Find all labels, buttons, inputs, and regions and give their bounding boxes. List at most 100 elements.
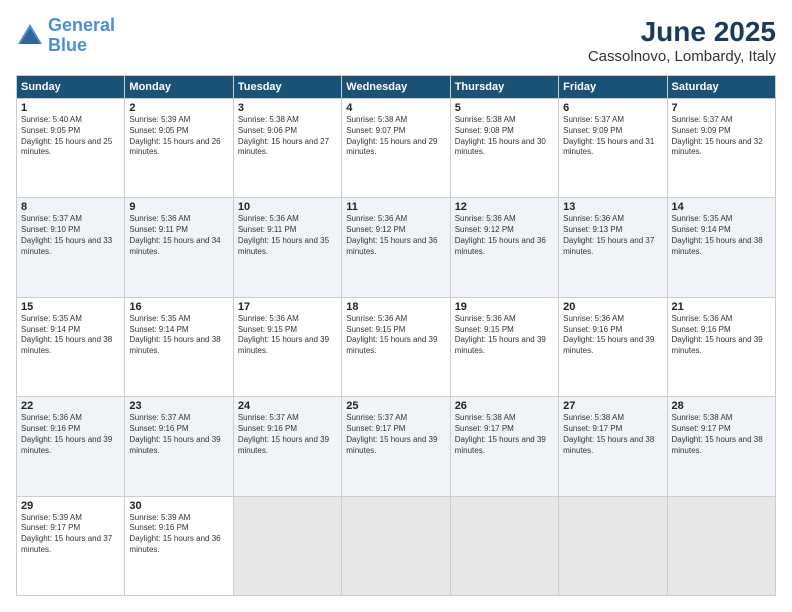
cell-info: Sunrise: 5:36 AMSunset: 9:16 PMDaylight:… — [563, 314, 662, 357]
table-cell: 25 Sunrise: 5:37 AMSunset: 9:17 PMDaylig… — [342, 397, 450, 496]
table-cell: 27 Sunrise: 5:38 AMSunset: 9:17 PMDaylig… — [559, 397, 667, 496]
calendar-row: 15 Sunrise: 5:35 AMSunset: 9:14 PMDaylig… — [17, 297, 776, 396]
day-number: 4 — [346, 102, 445, 114]
logo-text: General Blue — [48, 16, 115, 56]
cell-info: Sunrise: 5:39 AMSunset: 9:17 PMDaylight:… — [21, 513, 120, 556]
table-cell: 7 Sunrise: 5:37 AMSunset: 9:09 PMDayligh… — [667, 99, 775, 198]
table-cell — [342, 496, 450, 595]
table-cell: 28 Sunrise: 5:38 AMSunset: 9:17 PMDaylig… — [667, 397, 775, 496]
cell-info: Sunrise: 5:39 AMSunset: 9:05 PMDaylight:… — [129, 115, 228, 158]
table-cell: 4 Sunrise: 5:38 AMSunset: 9:07 PMDayligh… — [342, 99, 450, 198]
calendar-row: 8 Sunrise: 5:37 AMSunset: 9:10 PMDayligh… — [17, 198, 776, 297]
day-number: 12 — [455, 201, 554, 213]
cell-info: Sunrise: 5:36 AMSunset: 9:12 PMDaylight:… — [346, 214, 445, 257]
title-block: June 2025 Cassolnovo, Lombardy, Italy — [588, 16, 776, 65]
table-cell — [233, 496, 341, 595]
day-number: 30 — [129, 500, 228, 512]
cell-info: Sunrise: 5:37 AMSunset: 9:16 PMDaylight:… — [238, 413, 337, 456]
day-number: 2 — [129, 102, 228, 114]
cell-info: Sunrise: 5:36 AMSunset: 9:16 PMDaylight:… — [672, 314, 771, 357]
cell-info: Sunrise: 5:35 AMSunset: 9:14 PMDaylight:… — [672, 214, 771, 257]
calendar-row: 22 Sunrise: 5:36 AMSunset: 9:16 PMDaylig… — [17, 397, 776, 496]
cell-info: Sunrise: 5:37 AMSunset: 9:17 PMDaylight:… — [346, 413, 445, 456]
calendar-header-row: Sunday Monday Tuesday Wednesday Thursday… — [17, 76, 776, 99]
month-title: June 2025 — [588, 16, 776, 48]
day-number: 20 — [563, 301, 662, 313]
header: General Blue June 2025 Cassolnovo, Lomba… — [16, 16, 776, 65]
table-cell: 1 Sunrise: 5:40 AMSunset: 9:05 PMDayligh… — [17, 99, 125, 198]
col-monday: Monday — [125, 76, 233, 99]
calendar-table: Sunday Monday Tuesday Wednesday Thursday… — [16, 75, 776, 596]
day-number: 26 — [455, 400, 554, 412]
day-number: 19 — [455, 301, 554, 313]
table-cell: 2 Sunrise: 5:39 AMSunset: 9:05 PMDayligh… — [125, 99, 233, 198]
logo-icon — [16, 22, 44, 50]
table-cell: 23 Sunrise: 5:37 AMSunset: 9:16 PMDaylig… — [125, 397, 233, 496]
table-cell — [667, 496, 775, 595]
table-cell: 6 Sunrise: 5:37 AMSunset: 9:09 PMDayligh… — [559, 99, 667, 198]
table-cell: 30 Sunrise: 5:39 AMSunset: 9:16 PMDaylig… — [125, 496, 233, 595]
cell-info: Sunrise: 5:36 AMSunset: 9:13 PMDaylight:… — [563, 214, 662, 257]
table-cell: 9 Sunrise: 5:36 AMSunset: 9:11 PMDayligh… — [125, 198, 233, 297]
day-number: 5 — [455, 102, 554, 114]
cell-info: Sunrise: 5:35 AMSunset: 9:14 PMDaylight:… — [21, 314, 120, 357]
table-cell: 15 Sunrise: 5:35 AMSunset: 9:14 PMDaylig… — [17, 297, 125, 396]
cell-info: Sunrise: 5:37 AMSunset: 9:09 PMDaylight:… — [563, 115, 662, 158]
logo: General Blue — [16, 16, 115, 56]
table-cell: 26 Sunrise: 5:38 AMSunset: 9:17 PMDaylig… — [450, 397, 558, 496]
cell-info: Sunrise: 5:36 AMSunset: 9:16 PMDaylight:… — [21, 413, 120, 456]
day-number: 6 — [563, 102, 662, 114]
table-cell: 3 Sunrise: 5:38 AMSunset: 9:06 PMDayligh… — [233, 99, 341, 198]
day-number: 16 — [129, 301, 228, 313]
day-number: 14 — [672, 201, 771, 213]
table-cell: 13 Sunrise: 5:36 AMSunset: 9:13 PMDaylig… — [559, 198, 667, 297]
day-number: 24 — [238, 400, 337, 412]
page: General Blue June 2025 Cassolnovo, Lomba… — [0, 0, 792, 612]
day-number: 8 — [21, 201, 120, 213]
table-cell: 21 Sunrise: 5:36 AMSunset: 9:16 PMDaylig… — [667, 297, 775, 396]
cell-info: Sunrise: 5:38 AMSunset: 9:17 PMDaylight:… — [563, 413, 662, 456]
col-wednesday: Wednesday — [342, 76, 450, 99]
day-number: 25 — [346, 400, 445, 412]
cell-info: Sunrise: 5:35 AMSunset: 9:14 PMDaylight:… — [129, 314, 228, 357]
day-number: 10 — [238, 201, 337, 213]
cell-info: Sunrise: 5:37 AMSunset: 9:09 PMDaylight:… — [672, 115, 771, 158]
day-number: 29 — [21, 500, 120, 512]
table-cell — [450, 496, 558, 595]
location-title: Cassolnovo, Lombardy, Italy — [588, 48, 776, 65]
cell-info: Sunrise: 5:36 AMSunset: 9:15 PMDaylight:… — [346, 314, 445, 357]
day-number: 23 — [129, 400, 228, 412]
table-cell: 19 Sunrise: 5:36 AMSunset: 9:15 PMDaylig… — [450, 297, 558, 396]
cell-info: Sunrise: 5:36 AMSunset: 9:12 PMDaylight:… — [455, 214, 554, 257]
table-cell: 5 Sunrise: 5:38 AMSunset: 9:08 PMDayligh… — [450, 99, 558, 198]
cell-info: Sunrise: 5:36 AMSunset: 9:11 PMDaylight:… — [238, 214, 337, 257]
cell-info: Sunrise: 5:38 AMSunset: 9:08 PMDaylight:… — [455, 115, 554, 158]
col-sunday: Sunday — [17, 76, 125, 99]
cell-info: Sunrise: 5:38 AMSunset: 9:06 PMDaylight:… — [238, 115, 337, 158]
table-cell: 24 Sunrise: 5:37 AMSunset: 9:16 PMDaylig… — [233, 397, 341, 496]
col-tuesday: Tuesday — [233, 76, 341, 99]
day-number: 15 — [21, 301, 120, 313]
cell-info: Sunrise: 5:36 AMSunset: 9:15 PMDaylight:… — [238, 314, 337, 357]
table-cell: 10 Sunrise: 5:36 AMSunset: 9:11 PMDaylig… — [233, 198, 341, 297]
cell-info: Sunrise: 5:37 AMSunset: 9:16 PMDaylight:… — [129, 413, 228, 456]
day-number: 1 — [21, 102, 120, 114]
calendar-row: 29 Sunrise: 5:39 AMSunset: 9:17 PMDaylig… — [17, 496, 776, 595]
col-thursday: Thursday — [450, 76, 558, 99]
col-friday: Friday — [559, 76, 667, 99]
day-number: 28 — [672, 400, 771, 412]
table-cell: 14 Sunrise: 5:35 AMSunset: 9:14 PMDaylig… — [667, 198, 775, 297]
cell-info: Sunrise: 5:40 AMSunset: 9:05 PMDaylight:… — [21, 115, 120, 158]
cell-info: Sunrise: 5:37 AMSunset: 9:10 PMDaylight:… — [21, 214, 120, 257]
day-number: 7 — [672, 102, 771, 114]
table-cell: 18 Sunrise: 5:36 AMSunset: 9:15 PMDaylig… — [342, 297, 450, 396]
table-cell: 8 Sunrise: 5:37 AMSunset: 9:10 PMDayligh… — [17, 198, 125, 297]
cell-info: Sunrise: 5:36 AMSunset: 9:15 PMDaylight:… — [455, 314, 554, 357]
day-number: 18 — [346, 301, 445, 313]
table-cell: 11 Sunrise: 5:36 AMSunset: 9:12 PMDaylig… — [342, 198, 450, 297]
day-number: 9 — [129, 201, 228, 213]
table-cell: 20 Sunrise: 5:36 AMSunset: 9:16 PMDaylig… — [559, 297, 667, 396]
day-number: 22 — [21, 400, 120, 412]
col-saturday: Saturday — [667, 76, 775, 99]
table-cell: 12 Sunrise: 5:36 AMSunset: 9:12 PMDaylig… — [450, 198, 558, 297]
